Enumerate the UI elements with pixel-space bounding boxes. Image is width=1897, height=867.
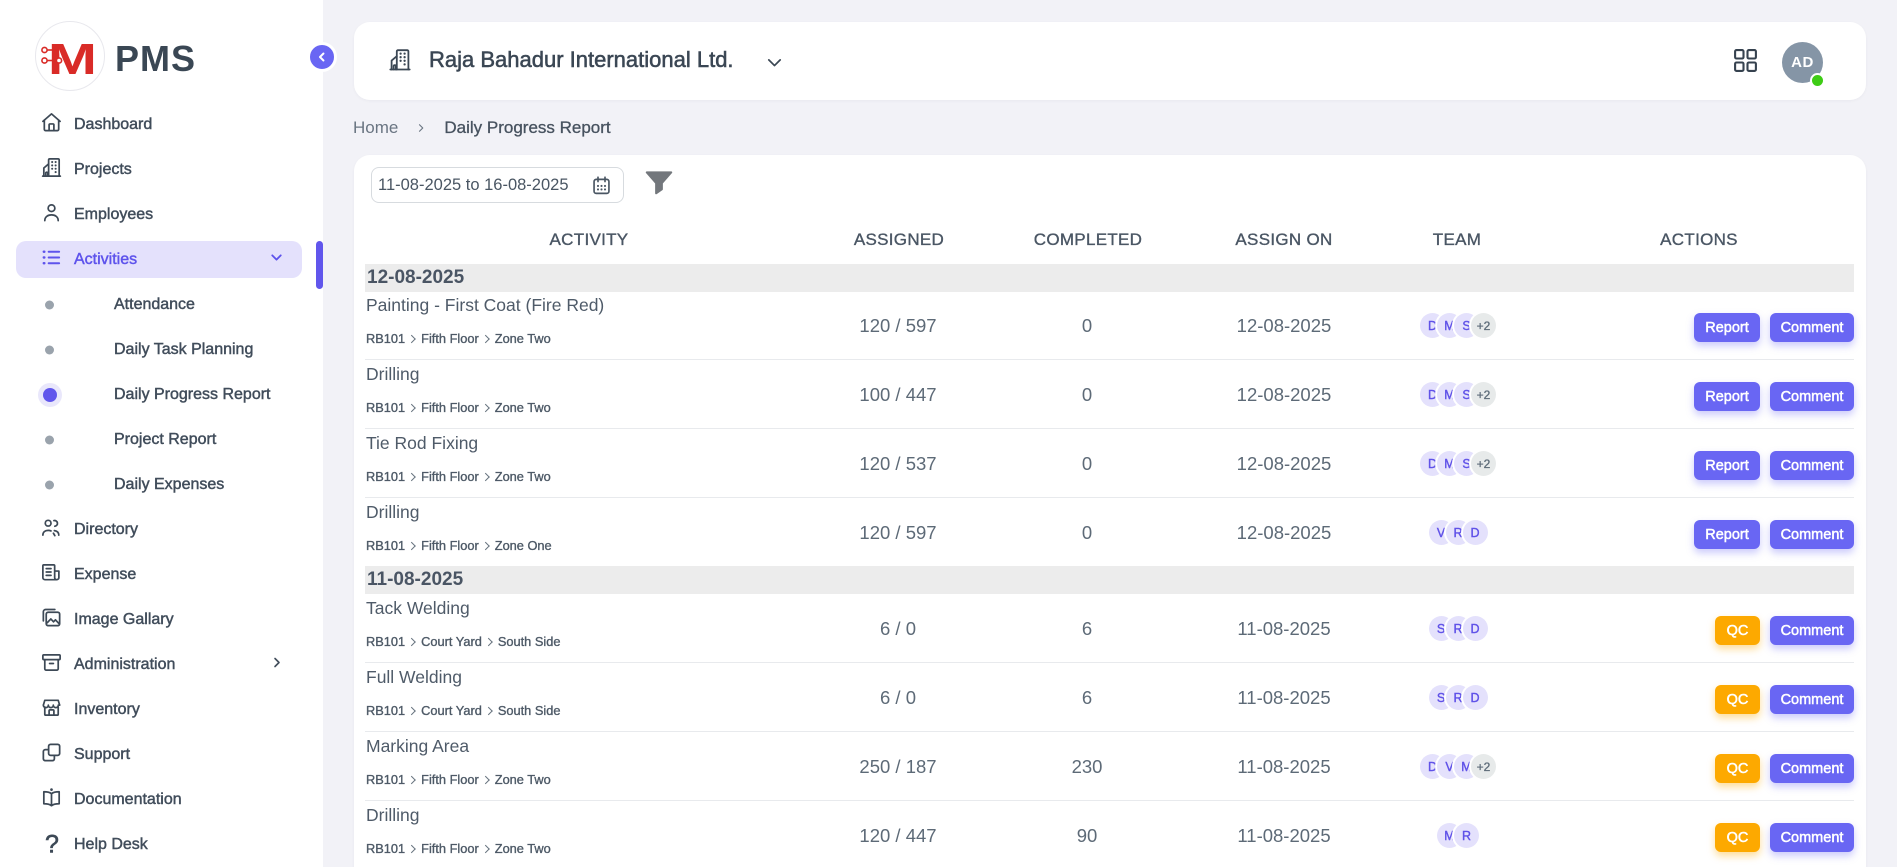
svg-text:M: M [48, 35, 97, 84]
